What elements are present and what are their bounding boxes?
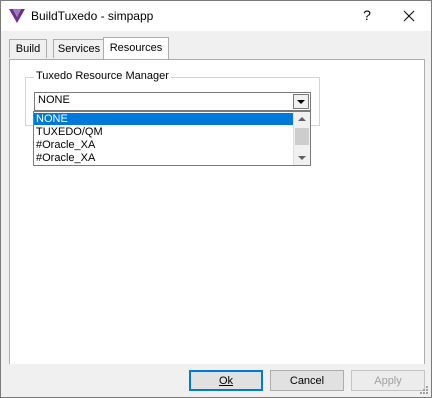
tab-label: Resources <box>109 42 163 54</box>
scroll-down-icon[interactable] <box>294 151 310 165</box>
apply-button[interactable]: Apply <box>351 370 425 391</box>
app-icon <box>9 9 25 23</box>
button-label: Apply <box>374 375 402 387</box>
scrollbar-thumb[interactable] <box>295 128 309 145</box>
ok-button[interactable]: Ok <box>189 370 263 391</box>
window-title: BuildTuxedo - simpapp <box>31 9 154 23</box>
scroll-up-icon[interactable] <box>294 112 310 126</box>
resource-manager-combo[interactable]: NONE <box>34 92 311 111</box>
button-label: Cancel <box>289 375 325 387</box>
dropdown-option[interactable]: #Oracle_XA <box>34 139 294 151</box>
help-button[interactable]: ? <box>355 4 379 26</box>
resource-manager-dropdown-list[interactable]: NONE TUXEDO/QM #Oracle_XA #Oracle_XA <box>33 111 311 166</box>
button-label: Ok <box>218 375 234 387</box>
title-bar[interactable]: BuildTuxedo - simpapp ? <box>1 1 431 31</box>
tab-build[interactable]: Build <box>9 39 47 58</box>
dropdown-option[interactable]: NONE <box>34 113 294 125</box>
cancel-button[interactable]: Cancel <box>270 370 344 391</box>
chevron-down-icon <box>297 100 305 104</box>
dialog-footer: Ok Cancel Apply <box>1 364 431 397</box>
dropdown-option[interactable]: #Oracle_XA <box>34 152 294 164</box>
close-button[interactable] <box>397 5 421 27</box>
tab-label: Build <box>15 43 41 55</box>
combo-dropdown-button[interactable] <box>293 94 309 109</box>
close-icon <box>403 10 415 22</box>
dropdown-option[interactable]: TUXEDO/QM <box>34 126 294 138</box>
tab-resources[interactable]: Resources <box>103 37 169 59</box>
resize-grip-icon[interactable] <box>419 385 429 395</box>
combo-value: NONE <box>38 94 70 106</box>
resources-panel: Tuxedo Resource Manager NONE <box>9 59 425 366</box>
help-icon: ? <box>363 7 371 23</box>
group-label: Tuxedo Resource Manager <box>34 70 171 82</box>
tab-services[interactable]: Services <box>53 39 105 58</box>
dropdown-scrollbar[interactable] <box>293 112 310 165</box>
dialog-window: BuildTuxedo - simpapp ? Build Services R… <box>0 0 432 398</box>
tab-label: Services <box>57 43 101 55</box>
